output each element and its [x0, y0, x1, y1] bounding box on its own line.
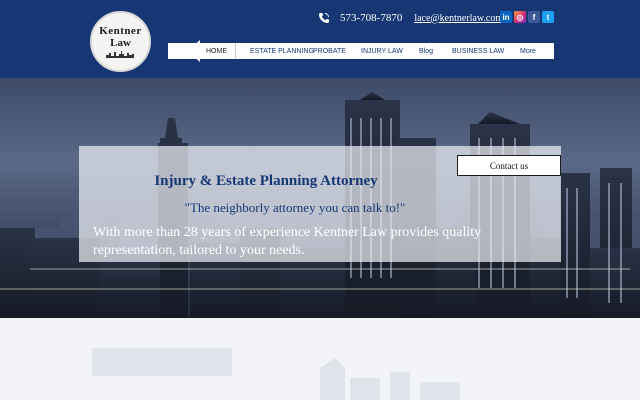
nav-injury-law[interactable]: INJURY LAW	[361, 43, 419, 59]
email-link[interactable]: lace@kentnerlaw.com	[414, 13, 503, 24]
nav-business-law[interactable]: BUSINESS LAW	[452, 43, 520, 59]
phone-number[interactable]: 573-708-7870	[340, 12, 402, 24]
hero-description: With more than 28 years of experience Ke…	[93, 225, 482, 258]
instagram-icon[interactable]: ◎	[514, 11, 526, 23]
social-links: in ◎ f t	[500, 11, 554, 23]
faded-content-box	[92, 348, 232, 376]
faded-skyline-image	[320, 358, 460, 400]
nav-probate[interactable]: PROBATE	[313, 43, 361, 59]
contact-us-button[interactable]: Contact us	[457, 155, 561, 176]
contact-bar: 573-708-7870 lace@kentnerlaw.com	[318, 9, 503, 27]
lower-section	[0, 318, 640, 400]
logo-line-2: Law	[110, 36, 131, 49]
logo-line-1: Kentner	[99, 24, 142, 37]
nav-more[interactable]: More	[520, 43, 550, 59]
linkedin-icon[interactable]: in	[500, 11, 512, 23]
kentner-law-logo[interactable]: Kentner Law	[90, 11, 151, 72]
main-nav: HOME ESTATE PLANNING PROBATE INJURY LAW …	[168, 43, 554, 59]
hero-tagline: "The neighborly attorney you can talk to…	[184, 200, 406, 215]
nav-blog[interactable]: Blog	[419, 43, 452, 59]
hero-headline: Injury & Estate Planning Attorney	[154, 173, 378, 189]
facebook-icon[interactable]: f	[528, 11, 540, 23]
nav-estate-planning[interactable]: ESTATE PLANNING	[236, 43, 314, 59]
nav-home[interactable]: HOME	[168, 43, 236, 59]
logo-skyline-icon	[105, 50, 134, 58]
twitter-icon[interactable]: t	[542, 11, 554, 23]
phone-icon	[319, 13, 329, 23]
